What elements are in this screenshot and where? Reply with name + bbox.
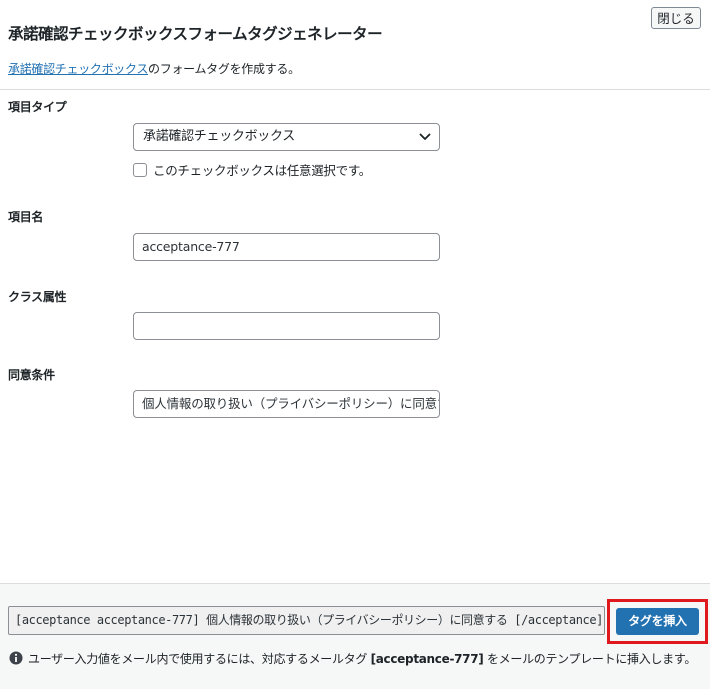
divider (0, 89, 710, 90)
chevron-down-icon (419, 133, 431, 140)
description-link[interactable]: 承諾確認チェックボックス (8, 62, 148, 76)
description-text: のフォームタグを作成する。 (148, 62, 300, 76)
dialog-description: 承諾確認チェックボックスのフォームタグを作成する。 (8, 60, 300, 77)
footer-panel (0, 583, 710, 689)
optional-checkbox[interactable] (133, 162, 147, 177)
optional-checkbox-row: このチェックボックスは任意選択です。 (133, 159, 371, 178)
optional-checkbox-label: このチェックボックスは任意選択です。 (153, 163, 371, 178)
insert-button-highlight: タグを挿入 (607, 599, 708, 644)
close-button[interactable]: 閉じる (651, 7, 701, 29)
footer-divider (0, 583, 710, 584)
info-prefix: ユーザー入力値をメール内で使用するには、対応するメールタグ (28, 652, 371, 666)
class-label: クラス属性 (8, 290, 67, 304)
name-label: 項目名 (8, 210, 44, 224)
mail-tag-info: ユーザー入力値をメール内で使用するには、対応するメールタグ [acceptanc… (8, 650, 708, 668)
insert-tag-button[interactable]: タグを挿入 (616, 608, 699, 635)
class-input[interactable] (133, 312, 440, 340)
type-select[interactable]: 承諾確認チェックボックス (133, 123, 440, 151)
dialog-title: 承諾確認チェックボックスフォームタグジェネレーター (8, 25, 383, 43)
condition-label: 同意条件 (8, 368, 55, 382)
condition-input[interactable]: 個人情報の取り扱い（プライバシーポリシー）に同意する (133, 390, 440, 418)
type-label: 項目タイプ (8, 100, 67, 114)
name-input[interactable]: acceptance-777 (133, 233, 440, 261)
generated-tag-field[interactable]: [acceptance acceptance-777] 個人情報の取り扱い（プラ… (8, 606, 605, 635)
info-mail-tag: [acceptance-777] (370, 652, 484, 666)
info-suffix: をメールのテンプレートに挿入します。 (483, 652, 697, 666)
type-select-value: 承諾確認チェックボックス (143, 129, 296, 144)
